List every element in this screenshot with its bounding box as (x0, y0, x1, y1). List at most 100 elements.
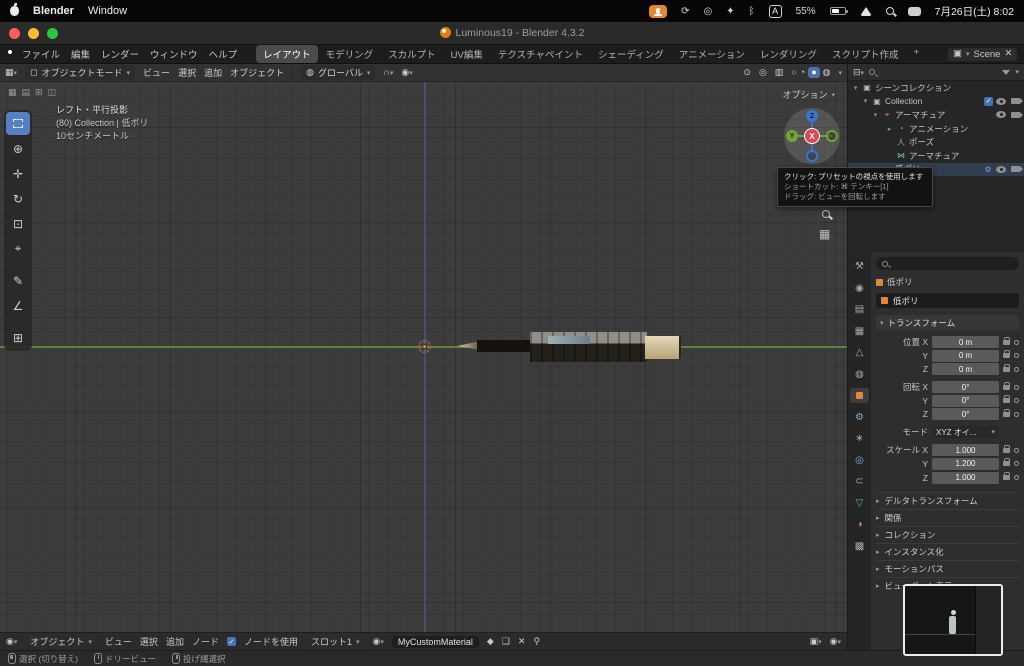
help-menu[interactable]: ヘルプ (209, 47, 238, 61)
macos-app-menu[interactable]: Blender (33, 5, 74, 17)
minimize-window-button[interactable] (28, 28, 39, 39)
outliner-item-collection[interactable]: ▾ ▣ Collection ✓ (848, 95, 1024, 109)
tab-uv-editing[interactable]: UV編集 (444, 45, 490, 63)
modifier-wrench-icon[interactable]: ⚙ (983, 165, 993, 174)
file-menu[interactable]: ファイル (22, 47, 60, 61)
fake-user-shield-icon[interactable]: ◆ (487, 637, 494, 646)
render-properties-tab[interactable]: ◉ (850, 281, 869, 296)
shading-dropdown-icon[interactable]: ▾ (838, 69, 842, 77)
lock-icon[interactable] (1003, 398, 1010, 403)
transform-orientation-selector[interactable]: ◍ グローバル▾ (301, 65, 375, 80)
scale-y-field[interactable]: 1.200 (932, 458, 999, 470)
viewport-editor-type-icon[interactable]: ▦▾ (5, 68, 17, 77)
proportional-edit-icon[interactable]: ◉▾ (401, 68, 412, 77)
material-slot-selector[interactable]: スロット1▾ (306, 634, 365, 649)
transform-panel-header[interactable]: ▾トランスフォーム (876, 315, 1019, 330)
lock-icon[interactable] (1003, 385, 1010, 390)
gizmo-z-axis[interactable]: Z (806, 110, 818, 122)
animate-decorator-icon[interactable] (1014, 398, 1019, 403)
viewport-select-menu[interactable]: 選択 (178, 66, 196, 79)
snap-node-icon[interactable]: ▣▾ (810, 637, 822, 646)
outliner-item-scene-collection[interactable]: ▾ ▣ シーンコレクション (848, 81, 1024, 95)
lock-icon[interactable] (1003, 353, 1010, 358)
wireframe-shading-icon[interactable]: ○ (791, 68, 796, 77)
lock-icon[interactable] (1003, 340, 1010, 345)
constraints-properties-tab[interactable]: ⊂ (850, 474, 869, 489)
rotate-tool[interactable]: ↻ (6, 187, 30, 210)
move-tool[interactable]: ✛ (6, 162, 30, 185)
disable-in-render-icon[interactable] (1011, 112, 1020, 118)
measure-tool[interactable]: ∠ (6, 294, 30, 317)
annotate-tool[interactable]: ✎ (6, 269, 30, 292)
mic-indicator-icon[interactable] (649, 5, 667, 18)
physics-properties-tab[interactable]: ◎ (850, 453, 869, 468)
hide-in-viewport-icon[interactable] (996, 111, 1006, 118)
browse-material-icon[interactable]: ◉▾ (373, 637, 384, 646)
section-delta-transform[interactable]: ▸デルタトランスフォーム (876, 492, 1019, 509)
rotation-y-field[interactable]: 0° (932, 395, 999, 407)
unlink-material-icon[interactable]: ✕ (518, 637, 526, 646)
shader-view-menu[interactable]: ビュー (105, 635, 132, 648)
rendered-shading-icon[interactable]: ◍ (823, 68, 831, 77)
modifier-properties-tab[interactable]: ⚙ (850, 410, 869, 425)
expand-arrow-icon[interactable]: ▾ (872, 111, 879, 119)
shader-node-menu[interactable]: ノード (192, 635, 219, 648)
section-motion-paths[interactable]: ▸モーションパス (876, 560, 1019, 577)
viewport-options-dropdown[interactable]: オプション▾ (782, 88, 835, 101)
tab-animation[interactable]: アニメーション (672, 45, 752, 63)
scene-properties-tab[interactable]: △ (850, 345, 869, 360)
gizmo-y-neg-axis[interactable] (826, 130, 838, 142)
lock-icon[interactable] (1003, 475, 1010, 480)
location-z-field[interactable]: 0 m (932, 363, 999, 375)
render-menu[interactable]: レンダー (101, 47, 139, 61)
hide-in-viewport-icon[interactable] (996, 98, 1006, 105)
disable-in-render-icon[interactable] (1011, 98, 1020, 104)
navigation-gizmo[interactable]: Z Y X (784, 108, 840, 164)
mode-selector[interactable]: ◻ オブジェクトモード▾ (25, 65, 135, 80)
section-instancing[interactable]: ▸インスタンス化 (876, 543, 1019, 560)
shader-mode-selector[interactable]: オブジェクト▾ (25, 634, 97, 649)
outliner-search-icon[interactable] (869, 69, 875, 75)
shader-editor-type-icon[interactable]: ◉▾ (6, 637, 17, 646)
animate-decorator-icon[interactable] (1014, 353, 1019, 358)
shader-overlay-icon[interactable]: ◉▾ (830, 637, 841, 646)
expand-arrow-icon[interactable]: ▸ (886, 125, 893, 133)
snap-magnet-icon[interactable]: ∩▾ (383, 68, 393, 77)
world-properties-tab[interactable]: ◍ (850, 367, 869, 382)
zoom-window-button[interactable] (47, 28, 58, 39)
macos-window-menu[interactable]: Window (88, 5, 127, 17)
section-relations[interactable]: ▸関係 (876, 509, 1019, 526)
corner-toggle-icon[interactable]: ▤ (22, 88, 31, 97)
copy-material-icon[interactable]: ❏ (502, 637, 510, 646)
wifi-icon[interactable] (860, 7, 872, 16)
object-properties-tab[interactable] (850, 388, 869, 403)
view-layer-properties-tab[interactable]: ▦ (850, 324, 869, 339)
window-titlebar[interactable]: Luminous19 - Blender 4.3.2 (0, 22, 1024, 45)
xray-toggle-icon[interactable]: ▥ (775, 68, 784, 77)
animate-decorator-icon[interactable] (1014, 475, 1019, 480)
rotation-z-field[interactable]: 0° (932, 408, 999, 420)
tab-scripting[interactable]: スクリプト作成 (825, 45, 906, 63)
viewport-canvas[interactable]: ▦ ▤ ⊞ ◫ オプション▾ レフト・平行投影 (80) Collection … (0, 82, 847, 632)
menubar-chat-icon[interactable]: ✦ (726, 6, 734, 17)
animate-decorator-icon[interactable] (1014, 367, 1019, 372)
shader-select-menu[interactable]: 選択 (140, 635, 158, 648)
animate-decorator-icon[interactable] (1014, 385, 1019, 390)
control-center-icon[interactable] (908, 7, 921, 16)
rotation-x-field[interactable]: 0° (932, 381, 999, 393)
particles-properties-tab[interactable]: ∗ (850, 431, 869, 446)
scale-z-field[interactable]: 1.000 (932, 472, 999, 484)
tab-layout[interactable]: レイアウト (256, 45, 318, 63)
expand-arrow-icon[interactable]: ▾ (852, 84, 859, 92)
menubar-clock[interactable]: 7月26日(土) 8:02 (935, 4, 1014, 19)
outliner-filter-icon[interactable] (1002, 70, 1010, 75)
corner-toggle-icon[interactable]: ◫ (48, 88, 57, 97)
tab-rendering[interactable]: レンダリング (753, 45, 824, 63)
expand-arrow-icon[interactable]: ▾ (862, 97, 869, 105)
texture-properties-tab[interactable]: ▩ (850, 539, 869, 554)
show-overlays-icon[interactable]: ◎ (759, 68, 767, 77)
scale-x-field[interactable]: 1.000 (932, 444, 999, 456)
scene-selector[interactable]: ▣ ▾ Scene ✕ (948, 48, 1017, 61)
lock-icon[interactable] (1003, 448, 1010, 453)
object-name-field[interactable]: 低ポリ (876, 293, 1019, 308)
